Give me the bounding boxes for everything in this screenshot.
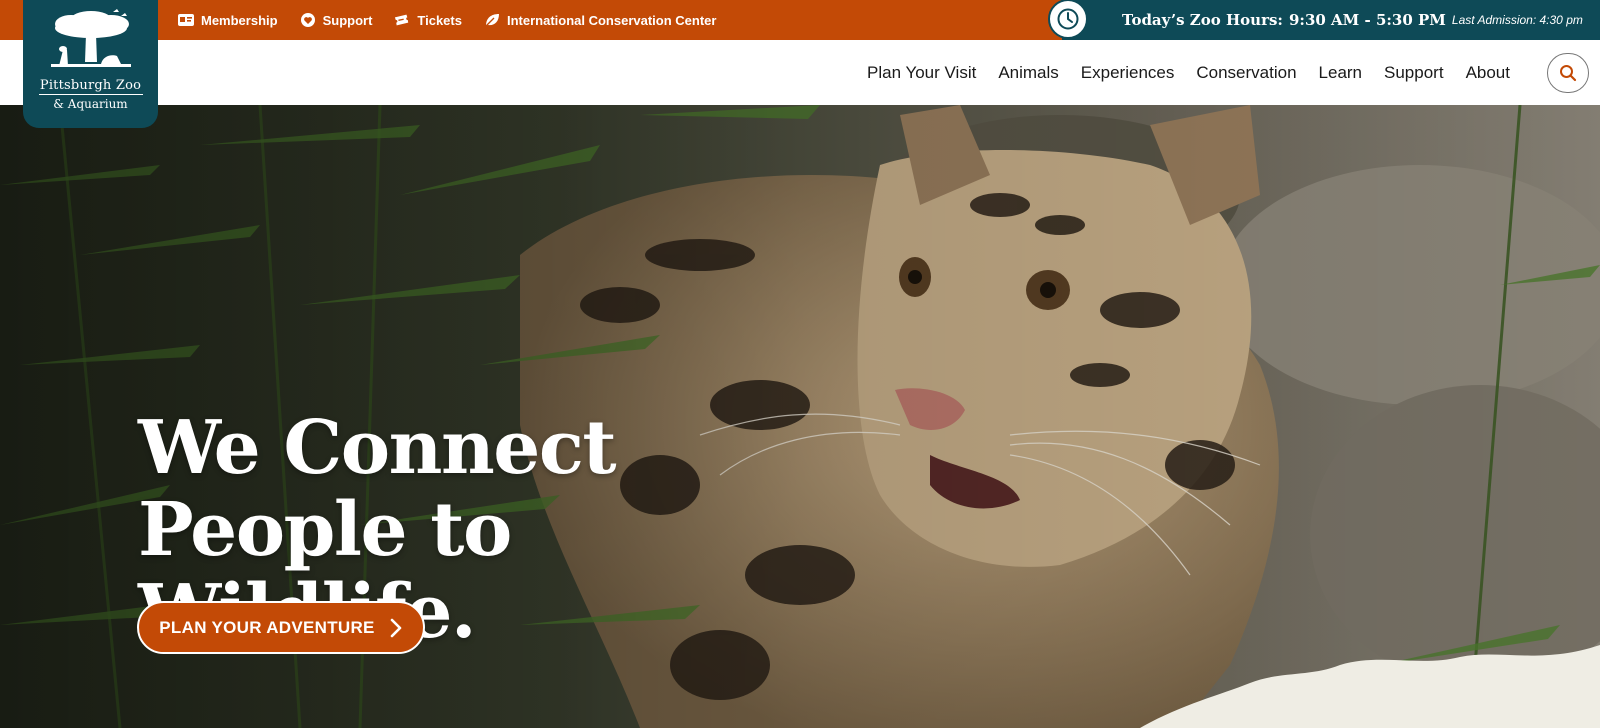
heart-icon: [300, 13, 315, 27]
plan-your-adventure-button[interactable]: PLAN YOUR ADVENTURE: [137, 601, 425, 654]
support-label: Support: [322, 12, 373, 28]
hours-title: Today’s Zoo Hours:: [1122, 11, 1283, 29]
nav-item-learn[interactable]: Learn: [1319, 63, 1362, 83]
search-icon: [1560, 65, 1577, 82]
tree-logo-icon: [50, 9, 131, 67]
cta-label: PLAN YOUR ADVENTURE: [159, 617, 375, 637]
nav-item-animals[interactable]: Animals: [998, 63, 1058, 83]
clock-icon: [1048, 0, 1088, 39]
membership-link[interactable]: Membership: [178, 13, 278, 28]
search-button[interactable]: [1547, 53, 1589, 93]
utility-links: Membership Support Tickets International…: [178, 0, 716, 40]
leaf-icon: [485, 14, 499, 27]
ticket-icon: [395, 14, 409, 26]
todays-hours: Today’s Zoo Hours: 9:30 AM - 5:30 PM Las…: [1062, 0, 1600, 40]
utility-bar: Membership Support Tickets International…: [0, 0, 1600, 40]
tickets-link[interactable]: Tickets: [394, 13, 462, 28]
nav-item-experiences[interactable]: Experiences: [1081, 63, 1175, 83]
nav-items: Plan Your Visit Animals Experiences Cons…: [867, 40, 1510, 105]
membership-label: Membership: [201, 12, 278, 28]
last-admission: Last Admission: 4:30 pm: [1451, 13, 1583, 27]
nav-item-plan-your-visit[interactable]: Plan Your Visit: [867, 63, 976, 83]
nav-item-support[interactable]: Support: [1384, 63, 1444, 83]
id-card-icon: [178, 14, 194, 26]
logo-line1: Pittsburgh Zoo: [39, 78, 142, 93]
conservation-center-link[interactable]: International Conservation Center: [484, 13, 716, 28]
conservation-center-label: International Conservation Center: [506, 12, 717, 28]
support-link[interactable]: Support: [300, 12, 373, 28]
main-nav: Plan Your Visit Animals Experiences Cons…: [0, 40, 1600, 105]
nav-item-about[interactable]: About: [1466, 63, 1510, 83]
nav-item-conservation[interactable]: Conservation: [1196, 63, 1296, 83]
hours-time: 9:30 AM - 5:30 PM: [1288, 11, 1446, 29]
logo-divider: [38, 94, 143, 95]
pittsburgh-zoo-logo[interactable]: Pittsburgh Zoo & Aquarium: [23, 0, 158, 128]
tickets-label: Tickets: [417, 12, 462, 28]
logo-line2: & Aquarium: [53, 97, 128, 111]
chevron-right-icon: [390, 618, 401, 637]
